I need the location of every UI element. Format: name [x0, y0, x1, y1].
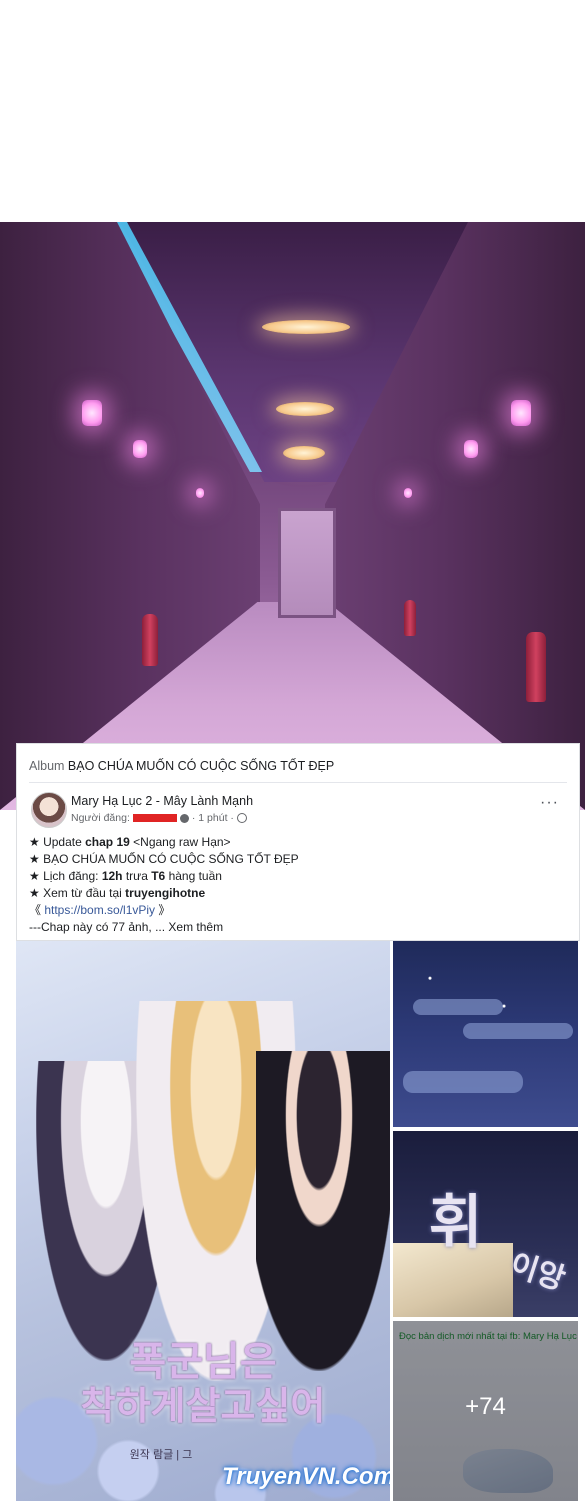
end-door — [278, 508, 336, 618]
wall-lamp — [511, 400, 531, 426]
globe-icon — [236, 813, 247, 823]
text: hàng tuần — [165, 869, 222, 883]
text: 《 — [29, 903, 45, 917]
character-right — [256, 1051, 390, 1371]
poster-role: Người đăng: — [71, 812, 130, 824]
chandelier — [276, 402, 334, 416]
text: <Ngang raw Hạn> — [129, 835, 231, 849]
text: ★ Lịch đăng: — [29, 869, 102, 883]
chapter-number: chap 19 — [85, 835, 130, 849]
more-photos-count[interactable]: +74 — [393, 1393, 578, 1421]
text: 》 — [155, 903, 171, 917]
text: ★ Update — [29, 835, 86, 849]
post-meta: Người đăng: · 1 phút · — [71, 812, 247, 824]
wall-lamp — [464, 440, 478, 458]
schedule-time: 12h — [101, 869, 123, 883]
post-line: ★ Lịch đăng: 12h trưa T6 hàng tuần — [29, 868, 569, 885]
sound-effect-text-small: 이앙 — [505, 1247, 570, 1298]
site-name: truyengihotne — [125, 886, 206, 900]
cloud — [403, 1071, 523, 1093]
corridor-illustration — [0, 222, 585, 810]
schedule-day: T6 — [151, 869, 166, 883]
avatar[interactable] — [31, 792, 67, 828]
album-label: Album — [29, 759, 65, 773]
fire-extinguisher — [142, 614, 158, 666]
fire-extinguisher — [404, 600, 416, 636]
post-line: ★ Update chap 19 <Ngang raw Hạn> — [29, 834, 569, 851]
thumbnail-more-photos[interactable]: Đọc bản dịch mới nhất tại fb: Mary Hạ Lụ… — [393, 1321, 578, 1501]
thumbnail-sound-effect[interactable]: 휘 이앙 — [393, 1131, 578, 1317]
blank-header-area — [0, 0, 585, 222]
post-line: 《 https://bom.so/l1vPiy 》 — [29, 902, 569, 919]
sound-effect-text: 휘 — [429, 1188, 483, 1256]
cloud — [463, 1023, 573, 1039]
chandelier — [262, 320, 350, 334]
album-bar[interactable]: Album BẠO CHÚA MUỐN CÓ CUỘC SỐNG TỐT ĐẸP — [29, 754, 567, 783]
author-credit: 원작 람글 | 그 — [129, 1449, 193, 1461]
info-icon — [179, 813, 189, 823]
cloud — [413, 999, 503, 1015]
facebook-post-card: Album BẠO CHÚA MUỐN CÓ CUỘC SỐNG TỐT ĐẸP… — [16, 743, 580, 941]
thumbnail-night-sky[interactable] — [393, 941, 578, 1127]
more-options-icon[interactable]: ··· — [540, 795, 559, 811]
wall-lamp — [133, 440, 147, 458]
album-title[interactable]: BẠO CHÚA MUỐN CÓ CUỘC SỐNG TỐT ĐẸP — [68, 759, 334, 773]
site-watermark: TruyenVN.Com — [222, 1463, 390, 1490]
fire-extinguisher — [526, 632, 546, 702]
post-line: ★ Xem từ đầu tại truyengihotne — [29, 885, 569, 902]
text: ★ Xem từ đầu tại — [29, 886, 126, 900]
chandelier — [283, 446, 325, 460]
korean-title-line-2: 착하게살고싶어 — [80, 1384, 326, 1428]
post-line: ★ BẠO CHÚA MUỐN CÓ CUỘC SỐNG TỐT ĐẸP — [29, 852, 299, 866]
post-time[interactable]: · 1 phút · — [192, 812, 234, 824]
cover-image[interactable]: 폭군님은 착하게살고싶어 원작 람글 | 그 TruyenVN.Com — [16, 941, 390, 1501]
text: trưa — [122, 869, 152, 883]
wall-lamp — [404, 488, 412, 498]
wall-lamp — [82, 400, 102, 426]
see-more-line[interactable]: ---Chap này có 77 ảnh, ... Xem thêm — [29, 919, 569, 936]
poster-name[interactable]: Mary Hạ Lục 2 - Mây Lành Mạnh — [71, 794, 253, 808]
post-link[interactable]: https://bom.so/l1vPiy — [44, 903, 155, 917]
redacted-name — [132, 814, 177, 822]
post-body: ★ Update chap 19 <Ngang raw Hạn> ★ BẠO C… — [29, 834, 569, 936]
wall-lamp — [196, 488, 204, 498]
